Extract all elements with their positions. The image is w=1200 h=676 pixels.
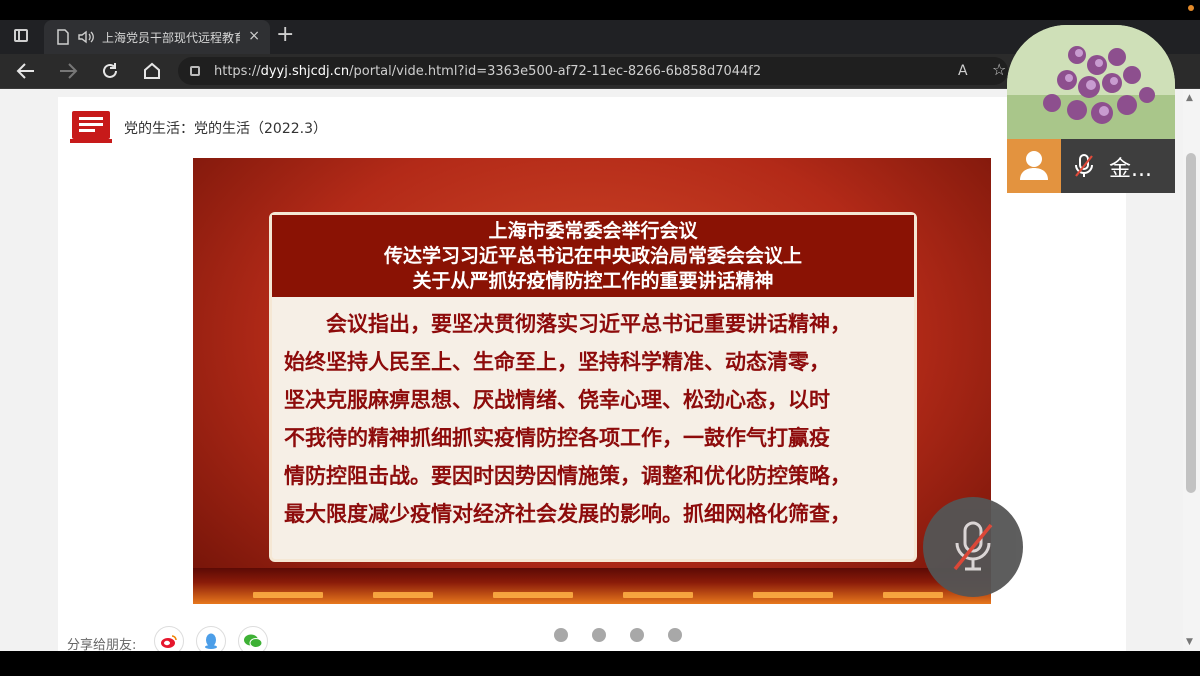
body-line: 不我待的精神抓细抓实疫情防控各项工作，一鼓作气打赢疫 <box>284 426 830 450</box>
headline-line: 传达学习习近平总书记在中央政治局常委会会议上 <box>383 245 802 267</box>
body-line: 最大限度减少疫情对经济社会发展的影响。抓细网格化筛查， <box>284 502 851 526</box>
headline-line: 上海市委常委会举行会议 <box>488 220 698 242</box>
forward-icon[interactable] <box>56 62 80 80</box>
participant-name: 金... <box>1109 157 1152 182</box>
notification-dot <box>1188 5 1194 11</box>
speaker-icon[interactable] <box>78 30 94 44</box>
breadcrumb: 党的生活：党的生活（2022.3） <box>124 121 327 137</box>
news-panel: 上海市委常委会举行会议 传达学习习近平总书记在中央政治局常委会会议上 关于从严抓… <box>269 212 917 562</box>
url-text: https://dyyj.shjcdj.cn/portal/vide.html?… <box>214 63 762 79</box>
new-tab-button[interactable]: + <box>276 24 294 46</box>
browser-tab[interactable]: 上海党员干部现代远程教育 × <box>44 20 270 54</box>
body-line: 坚决克服麻痹思想、厌战情绪、侥幸心理、松劲心态，以时 <box>284 388 830 412</box>
user-tile <box>1007 139 1061 193</box>
scroll-down-icon[interactable]: ▼ <box>1186 637 1193 647</box>
weibo-icon <box>161 635 177 648</box>
video-player[interactable]: 上海市委常委会举行会议 传达学习习近平总书记在中央政治局常委会会议上 关于从严抓… <box>193 158 991 604</box>
screen: 上海党员干部现代远程教育 × + https://dyyj.shjcdj.cn/… <box>0 0 1200 676</box>
tab-close-icon[interactable]: × <box>248 28 260 44</box>
body-line: 情防控阻击战。要因时因势因情施策，调整和优化防控策略， <box>284 464 851 488</box>
back-icon[interactable] <box>14 62 38 80</box>
carousel-dot[interactable] <box>554 628 568 642</box>
news-body: 会议指出，要坚决贯彻落实习近平总书记重要讲话精神， 始终坚持人民至上、生命至上，… <box>284 305 906 533</box>
carousel-dot[interactable] <box>668 628 682 642</box>
tab-actions-icon[interactable] <box>14 29 28 42</box>
home-icon[interactable] <box>140 61 164 81</box>
user-icon <box>1020 151 1048 180</box>
stage-floor <box>193 568 991 604</box>
lock-icon[interactable] <box>190 66 200 76</box>
headline-line: 关于从严抓好疫情防控工作的重要讲话精神 <box>412 270 774 292</box>
share-qq-button[interactable] <box>196 626 226 651</box>
taskbar-strip <box>0 651 1200 676</box>
wechat-icon <box>244 634 263 648</box>
carousel-dot[interactable] <box>630 628 644 642</box>
carousel-dot[interactable] <box>592 628 606 642</box>
scroll-up-icon[interactable]: ▲ <box>1186 93 1193 103</box>
read-aloud-icon[interactable]: A <box>958 63 968 79</box>
favorite-icon[interactable]: ☆ <box>992 60 1006 79</box>
body-line: 始终坚持人民至上、生命至上，坚持科学精准、动态清零， <box>284 350 830 374</box>
mic-muted-icon[interactable] <box>1073 153 1095 179</box>
participant-bar: 金... <box>1007 139 1175 193</box>
share-label: 分享给朋友: <box>67 638 137 651</box>
url-input[interactable]: https://dyyj.shjcdj.cn/portal/vide.html?… <box>178 57 1008 85</box>
page-icon <box>57 29 69 45</box>
scroll-thumb[interactable] <box>1186 153 1196 493</box>
share-wechat-button[interactable] <box>238 626 268 651</box>
refresh-icon[interactable] <box>98 61 122 81</box>
qq-icon <box>205 633 217 649</box>
participant-avatar <box>1007 25 1175 140</box>
course-icon <box>70 111 112 143</box>
body-line: 会议指出，要坚决贯彻落实习近平总书记重要讲话精神， <box>284 312 851 336</box>
share-weibo-button[interactable] <box>154 626 184 651</box>
flower-photo <box>1007 25 1175 140</box>
mic-off-icon <box>953 521 993 571</box>
tab-title: 上海党员干部现代远程教育 <box>102 30 240 45</box>
page-scrollbar[interactable]: ▲ ▼ <box>1183 89 1200 651</box>
mute-toggle-button[interactable] <box>923 497 1023 597</box>
news-headline: 上海市委常委会举行会议 传达学习习近平总书记在中央政治局常委会会议上 关于从严抓… <box>272 215 914 297</box>
